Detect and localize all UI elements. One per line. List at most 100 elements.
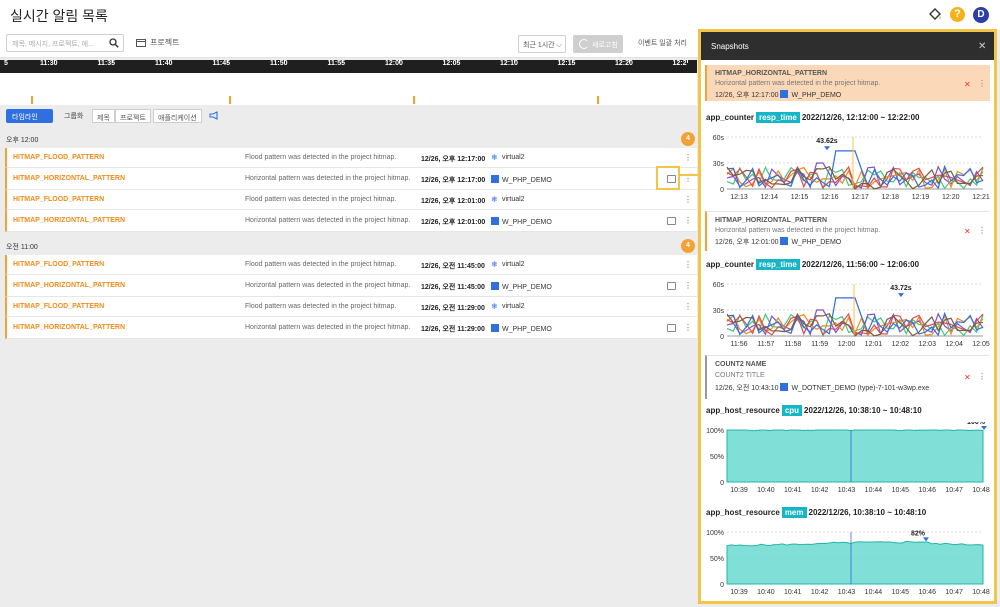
resp-time-chart[interactable]: 0 30s 60s 11:56 11:57 11:58 11:59 12:00 12:01 12:… [701,276,994,356]
alert-name: HITMAP_HORIZONTAL_PATTERN [13,324,125,331]
snapshot-icon[interactable] [667,324,676,332]
project-filter-button[interactable]: 프로젝트 [150,37,179,48]
section-header: 오후 12:00 [6,137,39,144]
alert-row[interactable]: HITMAP_FLOOD_PATTERN Flood pattern was d… [5,255,697,275]
group-by-title[interactable]: 제목 [92,109,115,123]
metric-title: app_host_resource mem 2022/12/26, 10:38:10… [706,507,927,518]
alert-row[interactable]: HITMAP_FLOOD_PATTERN Flood pattern was d… [5,190,697,210]
resp-time-chart[interactable]: 0 30s 60s 12:13 12:14 12:15 12:16 12:17 12:18 12:… [701,129,994,209]
timeline-marker[interactable] [597,96,599,104]
area-series [726,540,984,585]
timeline-marker[interactable] [413,96,415,104]
card-time: 12/26, 오후 12:01:00 [715,239,779,246]
alert-row[interactable]: HITMAP_HORIZONTAL_PATTERN Horizontal pat… [5,275,697,297]
peak-label: 82% [911,530,926,537]
card-meta: 12/26, 오전 10:43:10 W_DOTNET_DEMO (type)-… [715,383,929,393]
more-icon[interactable]: ⋮ [978,226,986,235]
alert-project[interactable]: W_PHP_DEMO [491,217,552,226]
cpu-chart[interactable]: 0 50% 100% 10:39 10:40 10:41 10:42 10:43 10:44 10… [701,422,994,502]
alert-row[interactable]: HITMAP_HORIZONTAL_PATTERN Horizontal pat… [5,210,697,232]
x-tick-label: 10:45 [892,589,910,596]
alert-project[interactable]: ❄ virtual2 [491,154,525,162]
timeline-axis[interactable]: 5 11:30 11:35 11:40 11:45 11:50 11:55 12:00 12:0… [0,60,697,73]
php-icon [491,282,499,290]
avatar[interactable]: D [973,7,989,23]
more-icon[interactable]: ⋮ [684,195,692,204]
alert-time: 12/26, 오후 12:01:00 [421,219,486,226]
megaphone-icon[interactable] [209,111,219,120]
search-icon[interactable] [109,38,119,48]
more-icon[interactable]: ⋮ [684,323,692,332]
alert-message: Horizontal pattern was detected in the p… [245,217,411,224]
snapshot-highlight [656,166,680,190]
x-tick-label: 10:39 [730,487,748,494]
alert-message: Flood pattern was detected in the projec… [245,303,397,310]
alert-message: Flood pattern was detected in the projec… [245,261,397,268]
more-icon[interactable]: ⋮ [978,79,986,88]
php-icon [491,217,499,225]
peak-label: 43.62s [816,138,838,145]
more-icon[interactable]: ⋮ [684,281,692,290]
help-icon[interactable]: ? [950,7,965,22]
paint-bucket-icon[interactable] [928,8,942,22]
x-tick-label: 12:02 [892,341,910,348]
dismiss-icon[interactable]: ✕ [964,373,971,382]
snapshot-alert-card[interactable]: HITMAP_HORIZONTAL_PATTERN Horizontal pat… [705,211,990,251]
snapshot-alert-card[interactable]: COUNT2 NAME COUNT2 TITLE 12/26, 오전 10:43… [705,355,990,399]
more-icon[interactable]: ⋮ [684,216,692,225]
dismiss-icon[interactable]: ✕ [964,80,971,89]
snowflake-icon: ❄ [491,260,498,269]
batch-process-button[interactable]: 이벤트 일괄 처리 [638,38,687,48]
group-by-project[interactable]: 프로젝트 [115,109,151,123]
group-by-application[interactable]: 애플리케이션 [153,109,202,123]
y-tick-label: 30s [713,161,725,168]
alert-project[interactable]: ❄ virtual2 [491,303,525,311]
more-icon[interactable]: ⋮ [684,260,692,269]
card-project: W_PHP_DEMO [791,239,842,246]
card-time: 12/26, 오전 10:43:10 [715,385,779,392]
more-icon[interactable]: ⋮ [684,302,692,311]
alert-project[interactable]: W_PHP_DEMO [491,282,552,291]
mem-chart[interactable]: 0 50% 100% 10:39 10:40 10:41 10:42 10:43 10:44 10… [701,524,994,604]
alert-project[interactable]: W_PHP_DEMO [491,175,552,184]
timeline-marker[interactable] [31,96,33,104]
tab-group-label: 그룹화 [64,113,84,120]
search-input[interactable]: 제목, 메시지, 프로젝트, 에... [6,34,124,52]
alert-project[interactable]: ❄ virtual2 [491,196,525,204]
more-icon[interactable]: ⋮ [684,153,692,162]
more-icon[interactable]: ⋮ [978,372,986,381]
snapshot-alert-card[interactable]: HITMAP_HORIZONTAL_PATTERN Horizontal pat… [705,65,990,101]
y-tick-label: 50% [710,556,724,563]
alert-row[interactable]: HITMAP_HORIZONTAL_PATTERN Horizontal pat… [5,168,697,190]
area-series [726,429,984,483]
x-tick-label: 12:00 [838,341,856,348]
folder-icon [136,39,146,47]
count-badge: 4 [681,239,695,253]
tab-timeline[interactable]: 타임라인 [6,109,53,123]
y-tick-label: 100% [706,428,724,435]
dismiss-icon[interactable]: ✕ [964,227,971,236]
refresh-button[interactable]: 새로고침 [573,35,623,53]
php-icon [491,324,499,332]
alert-project[interactable]: ❄ virtual2 [491,261,525,269]
timeline-track[interactable] [0,73,697,105]
x-tick-label: 11:56 [731,341,748,348]
snapshot-icon[interactable] [667,282,676,290]
highlight-connector [680,174,700,176]
x-tick-label: 10:40 [757,487,775,494]
alert-time: 12/26, 오후 12:01:00 [421,198,486,205]
alert-name: HITMAP_FLOOD_PATTERN [13,303,105,310]
time-range-select[interactable]: 최근 1시간 ⌵ [518,35,566,53]
alert-row[interactable]: HITMAP_FLOOD_PATTERN Flood pattern was d… [5,148,697,168]
x-tick-label: 12:15 [791,194,809,201]
x-tick-label: 10:48 [972,487,990,494]
timeline-marker[interactable] [229,96,231,104]
close-icon[interactable]: ✕ [978,41,986,52]
x-tick-label: 12:03 [918,341,936,348]
snapshot-icon[interactable] [667,217,676,225]
alert-project[interactable]: W_PHP_DEMO [491,324,552,333]
alert-row[interactable]: HITMAP_FLOOD_PATTERN Flood pattern was d… [5,297,697,317]
alert-time: 12/26, 오전 11:29:00 [421,305,485,312]
card-project: W_DOTNET_DEMO [791,385,856,392]
alert-row[interactable]: HITMAP_HORIZONTAL_PATTERN Horizontal pat… [5,317,697,339]
